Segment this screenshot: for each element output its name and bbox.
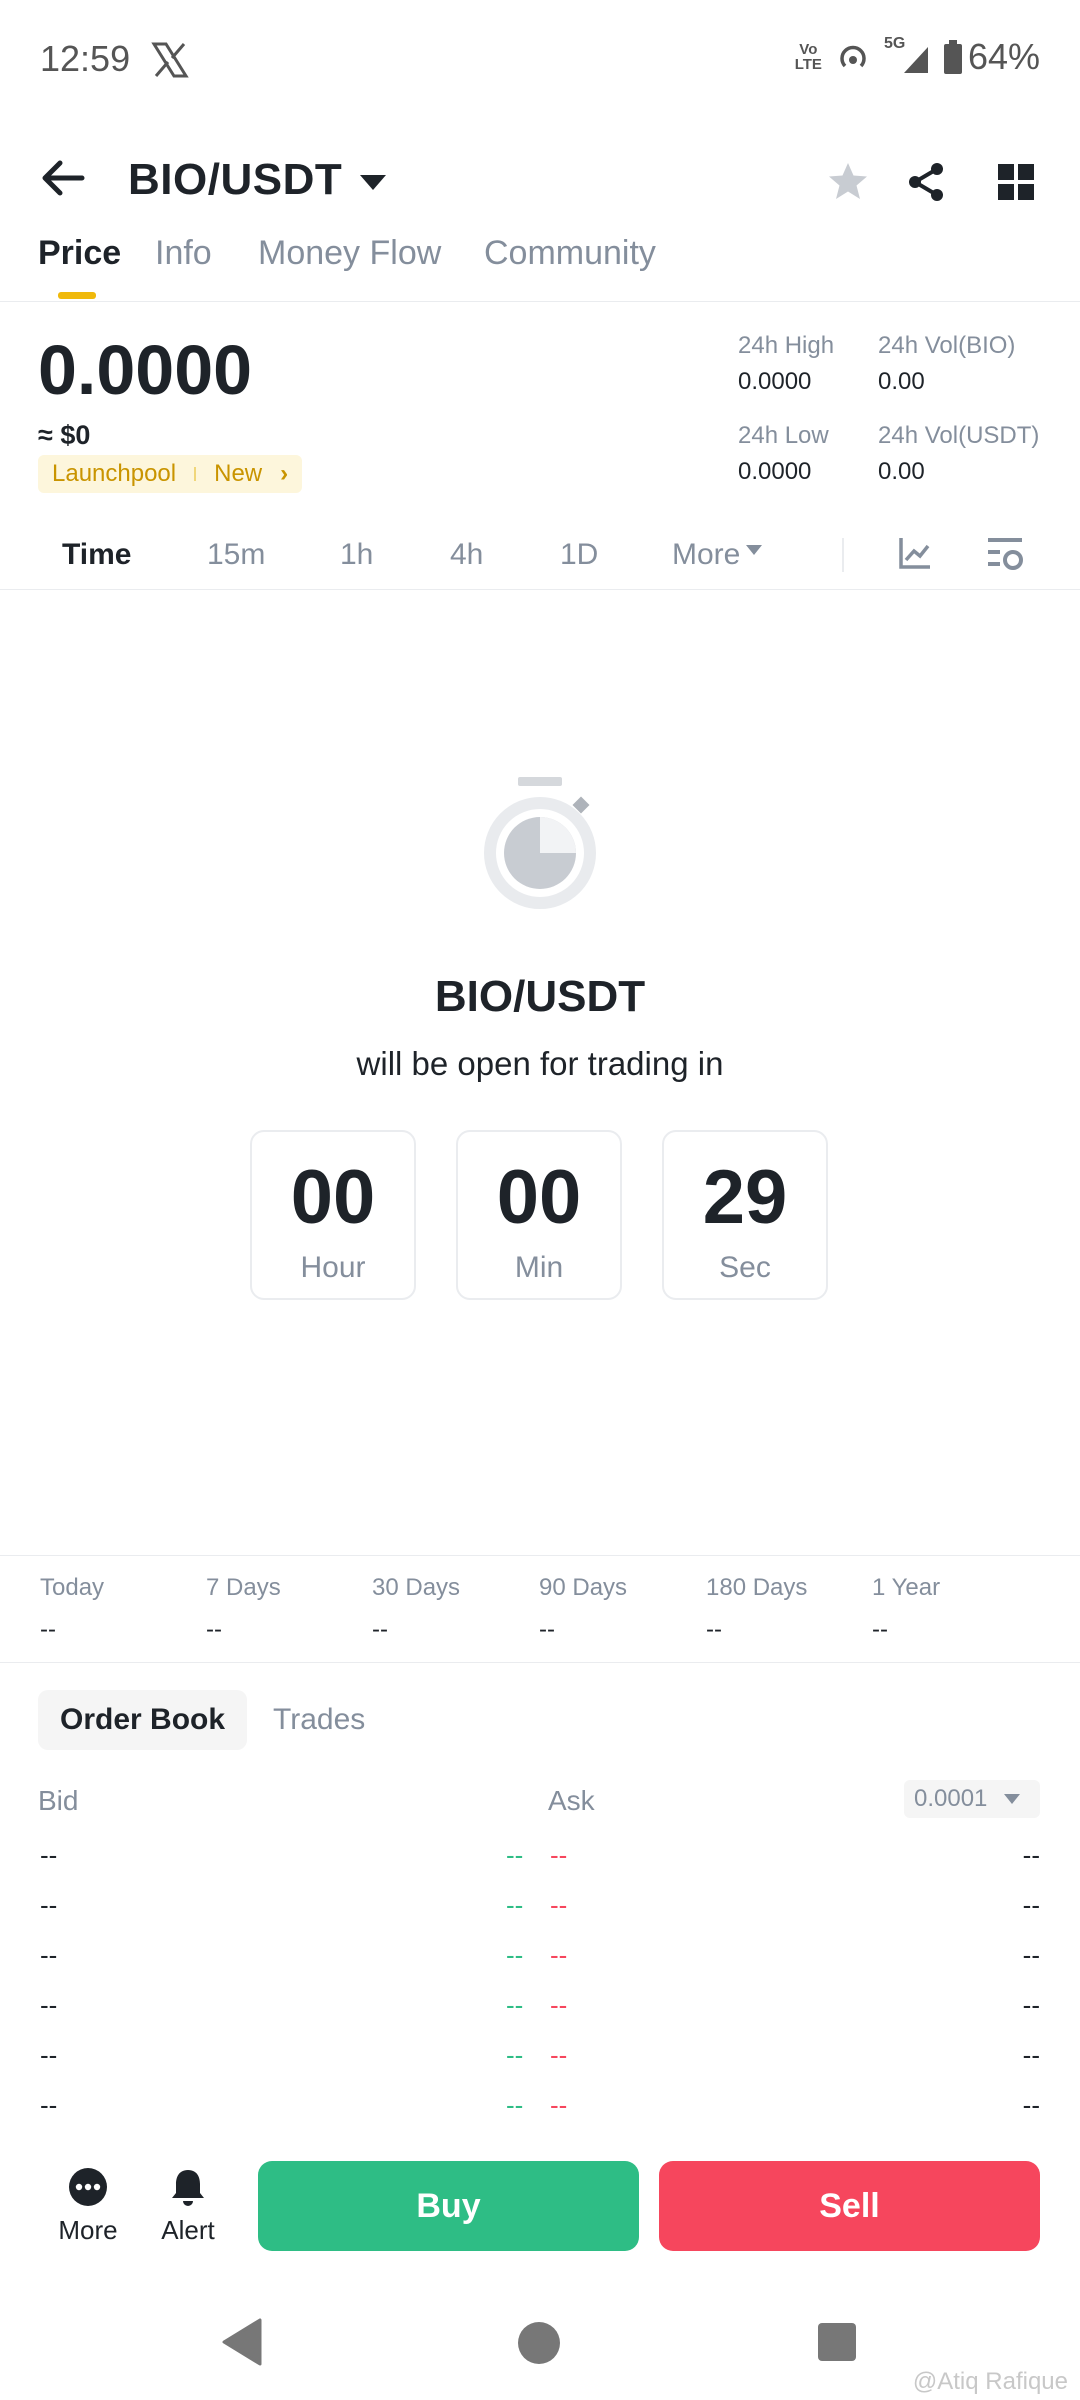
interval-more[interactable]: More	[672, 538, 763, 572]
nav-recents-icon[interactable]	[818, 2323, 856, 2361]
last-price: 0.0000	[38, 331, 253, 409]
tab-money-flow[interactable]: Money Flow	[258, 234, 441, 273]
performance-row: Today -- 7 Days -- 30 Days -- 90 Days -- 180…	[0, 1555, 1080, 1663]
interval-time[interactable]: Time	[62, 538, 131, 572]
countdown-minute: 00 Min	[456, 1130, 622, 1300]
ask-header: Ask	[548, 1785, 595, 1816]
countdown-subtitle: will be open for trading in	[356, 1045, 724, 1082]
stopwatch-icon	[484, 777, 596, 909]
pair-dropdown-icon[interactable]	[360, 175, 386, 190]
stat-24h-vol-usdt: 24h Vol(USDT) 0.00	[878, 422, 1040, 485]
main-tabs: Price Info Money Flow Community	[0, 230, 1080, 302]
hotspot-icon	[840, 45, 866, 68]
bell-icon	[172, 2170, 204, 2206]
indicator-chart-icon[interactable]	[896, 534, 934, 572]
order-book-row: -- -- -- --	[40, 2090, 1040, 2120]
tag-separator	[194, 467, 197, 481]
buy-button[interactable]: Buy	[258, 2161, 639, 2251]
pair-title[interactable]: BIO/USDT	[128, 155, 342, 205]
order-book-row: -- -- -- --	[40, 1890, 1040, 1920]
x-app-icon	[151, 42, 189, 78]
precision-value: 0.0001	[914, 1785, 988, 1812]
share-icon[interactable]	[904, 160, 948, 204]
bid-header: Bid	[38, 1785, 79, 1816]
interval-bar: Time 15m 1h 4h 1D More	[0, 520, 1080, 590]
perf-180-days: 180 Days --	[706, 1574, 808, 1643]
tag-launchpool[interactable]: Launchpool	[52, 460, 176, 488]
perf-7-days: 7 Days --	[206, 1574, 281, 1643]
tag-new[interactable]: New	[214, 460, 262, 488]
usd-price: ≈ $0	[38, 420, 91, 450]
tab-price[interactable]: Price	[38, 234, 121, 273]
interval-divider	[842, 538, 844, 572]
status-time: 12:59	[40, 38, 131, 79]
token-tags[interactable]: Launchpool New ›	[38, 455, 303, 493]
more-button[interactable]: More	[43, 2167, 133, 2246]
watermark: @Atiq Rafique	[912, 2368, 1068, 2395]
caret-down-icon	[746, 545, 763, 556]
tab-trades[interactable]: Trades	[273, 1690, 365, 1750]
nav-home-icon[interactable]	[518, 2322, 560, 2364]
caret-down-icon	[1004, 1794, 1020, 1804]
perf-1-year: 1 Year --	[872, 1574, 941, 1643]
perf-30-days: 30 Days --	[372, 1574, 461, 1643]
chart-settings-icon[interactable]	[986, 534, 1026, 574]
active-tab-indicator	[58, 292, 96, 299]
back-arrow-icon[interactable]	[38, 153, 88, 203]
status-icons: Vo LTE 5G 64%	[794, 35, 1040, 78]
bottom-action-bar: More Alert Buy Sell	[0, 2145, 1080, 2275]
alert-button[interactable]: Alert	[143, 2167, 233, 2246]
grid-menu-icon[interactable]	[994, 160, 1038, 204]
nav-back-icon[interactable]	[222, 2318, 262, 2366]
perf-90-days: 90 Days --	[539, 1574, 628, 1643]
stat-24h-high: 24h High 0.0000	[738, 332, 835, 395]
tab-info[interactable]: Info	[155, 234, 212, 273]
countdown-second: 29 Sec	[662, 1130, 828, 1300]
interval-1h[interactable]: 1h	[340, 538, 373, 572]
interval-1d[interactable]: 1D	[560, 538, 598, 572]
countdown-pair: BIO/USDT	[434, 972, 646, 1021]
chevron-right-icon: ›	[280, 460, 289, 487]
status-bar: 12:59 Vo LTE 5G 64%	[0, 0, 1080, 125]
favorite-star-icon[interactable]	[826, 160, 870, 204]
volte-icon: Vo LTE	[794, 41, 822, 73]
countdown-hour: 00 Hour	[250, 1130, 416, 1300]
order-book-row: -- -- -- --	[40, 1990, 1040, 2020]
more-dots-icon	[69, 2168, 107, 2206]
perf-today: Today --	[40, 1574, 105, 1643]
signal-icon: 5G	[884, 35, 930, 75]
tab-order-book[interactable]: Order Book	[38, 1690, 248, 1750]
order-book-row: -- -- -- --	[40, 1840, 1040, 1870]
stat-24h-vol-bio: 24h Vol(BIO) 0.00	[878, 332, 1016, 395]
battery-percent: 64%	[967, 36, 1040, 77]
tab-community[interactable]: Community	[484, 234, 656, 273]
interval-15m[interactable]: 15m	[207, 538, 265, 572]
battery-icon	[943, 40, 962, 74]
precision-select[interactable]: 0.0001	[904, 1780, 1040, 1818]
stat-24h-low: 24h Low 0.0000	[738, 422, 829, 485]
order-book-row: -- -- -- --	[40, 1940, 1040, 1970]
sell-button[interactable]: Sell	[659, 2161, 1040, 2251]
interval-4h[interactable]: 4h	[450, 538, 483, 572]
header: BIO/USDT	[0, 125, 1080, 235]
order-book-row: -- -- -- --	[40, 2040, 1040, 2070]
